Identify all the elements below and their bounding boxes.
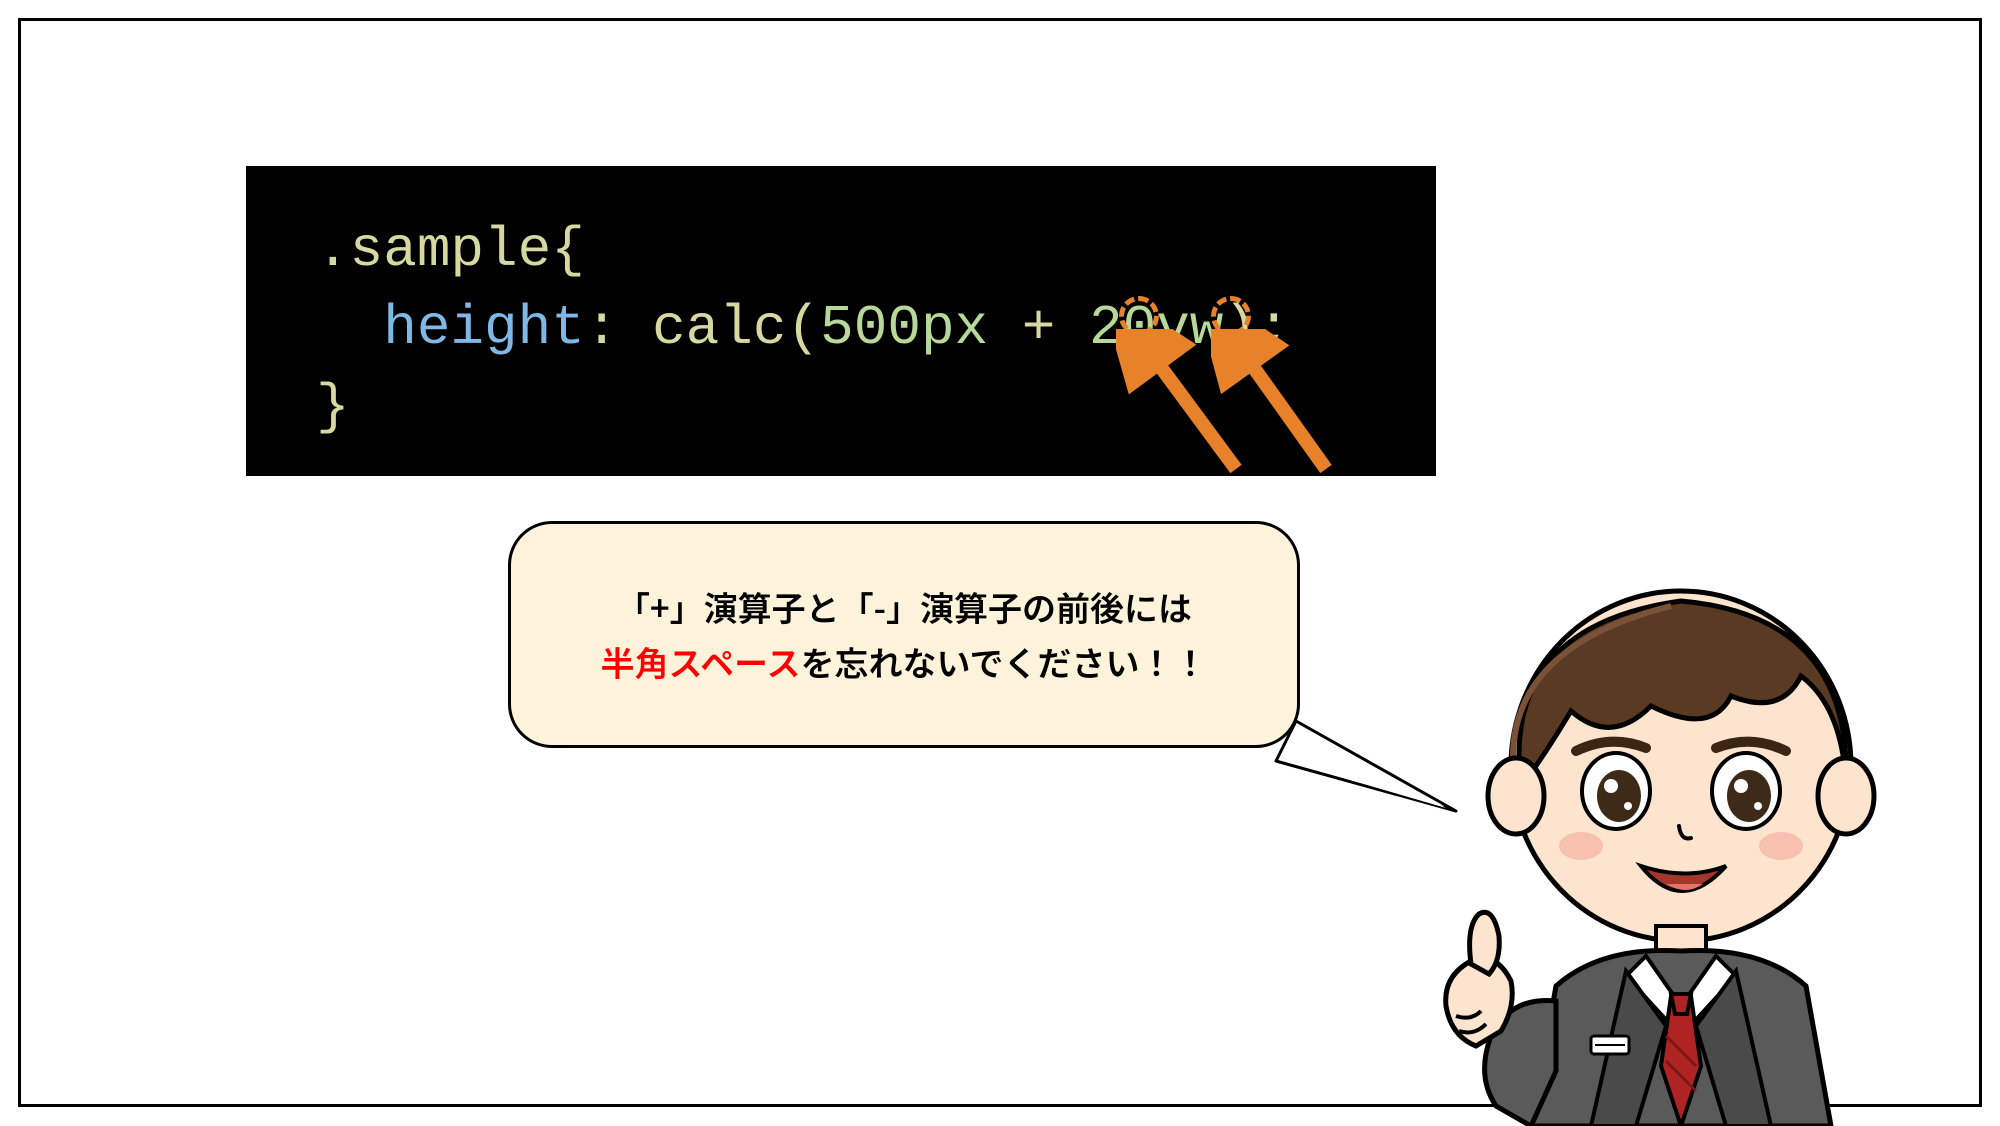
bubble-rest-text: を忘れないでください！！ — [800, 637, 1207, 686]
operator: + — [1022, 296, 1056, 360]
character-illustration — [1381, 566, 1961, 1126]
calc-func: calc — [652, 296, 786, 360]
bubble-line-2: 半角スペースを忘れないでください！！ — [601, 635, 1208, 689]
val1-num: 500 — [820, 296, 921, 360]
speech-bubble: 「+」演算子と「-」演算子の前後には 半角スペースを忘れないでください！！ — [508, 521, 1300, 748]
close-brace: } — [316, 375, 350, 439]
bubble-red-text: 半角スペース — [601, 637, 801, 686]
slide-frame: .sample{ height: calc(500px + 20vw); } 「… — [18, 18, 1982, 1107]
code-line-1: .sample{ — [316, 211, 1366, 289]
space-1 — [988, 296, 1022, 360]
val1-unit: px — [921, 296, 988, 360]
selector-text: .sample — [316, 218, 551, 282]
property-text: height — [383, 296, 585, 360]
arrow-icon-2 — [1211, 329, 1371, 489]
space-2 — [1055, 296, 1089, 360]
colon: : — [585, 296, 619, 360]
bubble-line-1: 「+」演算子と「-」演算子の前後には — [616, 580, 1192, 634]
open-paren: ( — [787, 296, 821, 360]
open-brace: { — [551, 218, 585, 282]
